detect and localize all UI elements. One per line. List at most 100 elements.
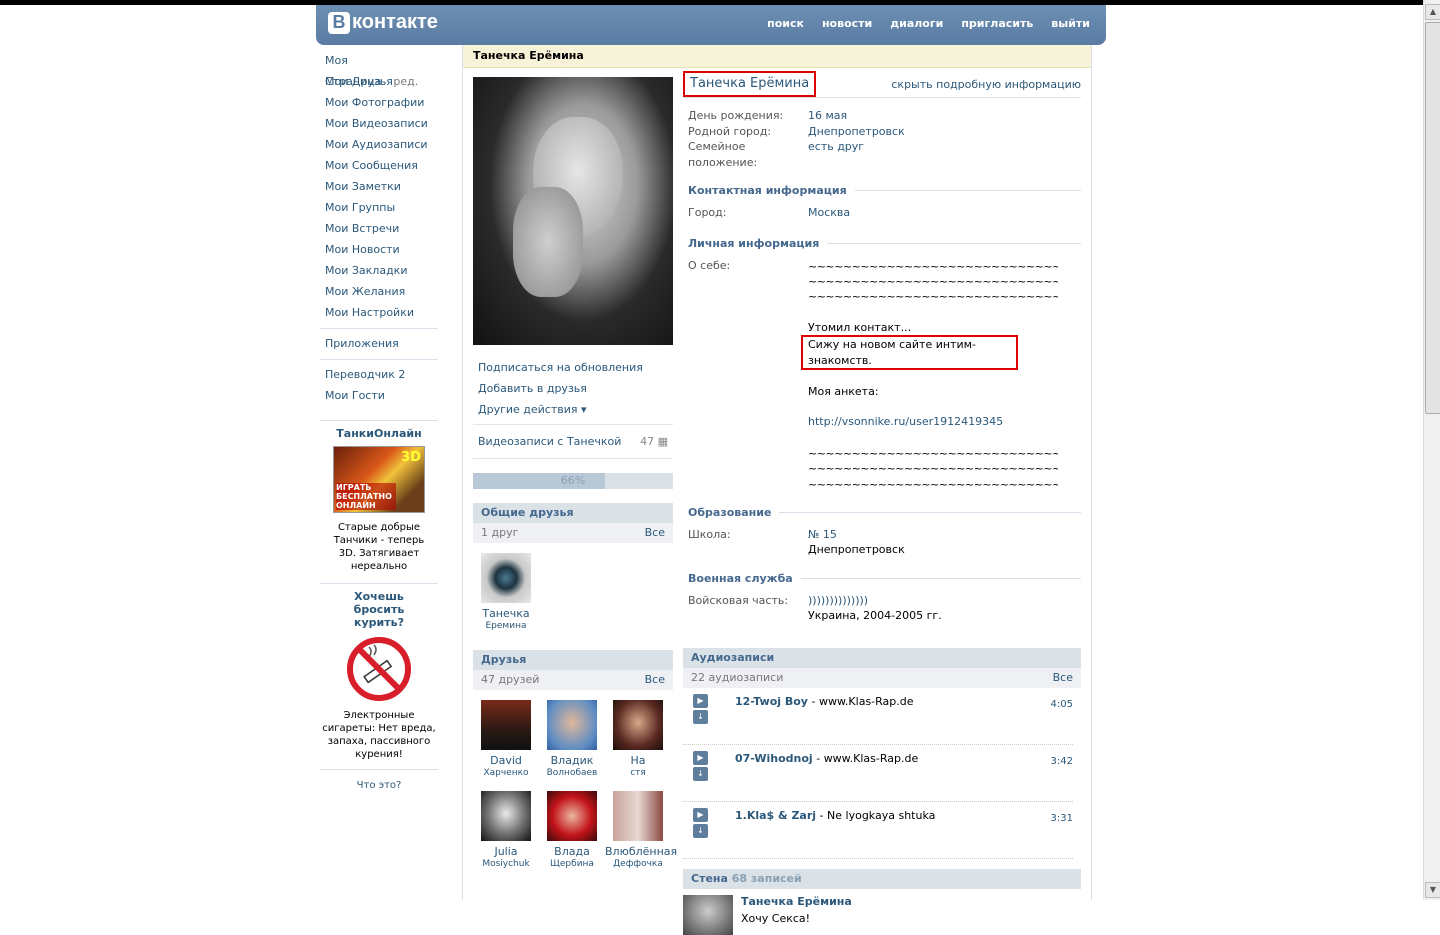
edit-link[interactable]: ред. [393,75,418,88]
sidebar-item-apps[interactable]: Приложения [320,333,438,354]
sidebar-item-friends[interactable]: Мои Друзья [320,71,438,92]
ad-title[interactable]: ТанкиОнлайн [320,427,438,440]
hometown-value[interactable]: Днепропетровск [808,124,905,140]
friend-first-name[interactable]: Julia [473,845,539,858]
sidebar-item-my-page[interactable]: Моя Страница ред. [320,50,438,88]
sidebar-item-messages[interactable]: Мои Сообщения [320,155,438,176]
friend-last-name[interactable]: Деффочка [605,858,671,870]
other-actions-dropdown[interactable]: Другие действия ▾ [473,399,673,420]
ad-title[interactable]: Хочешь бросить курить? [320,590,438,629]
sidebar-item-videos[interactable]: Мои Видеозаписи [320,113,438,134]
friend-card[interactable]: На стя [605,696,671,779]
profile-photo[interactable] [473,77,673,345]
avatar[interactable] [613,791,663,841]
friend-card[interactable]: Влюблённая Деффочка [605,787,677,870]
sidebar-item-news[interactable]: Мои Новости [320,239,438,260]
ad-what-link[interactable]: Что это? [320,780,438,791]
wall-header[interactable]: Стена 68 записей [683,868,1081,889]
videos-link[interactable]: Видеозаписи с Танечкой [478,435,621,448]
sidebar-item-events[interactable]: Мои Встречи [320,218,438,239]
friends-all-link[interactable]: Все [645,670,665,690]
friend-card[interactable]: David Харченко [473,696,539,779]
sidebar-item-guests[interactable]: Мои Гости [320,385,438,406]
sidebar-item-settings[interactable]: Мои Настройки [320,302,438,323]
friends-header[interactable]: Друзья [473,650,673,670]
scroll-up-arrow-icon[interactable]: ▲ [1425,4,1440,20]
friend-first-name[interactable]: Влада [539,845,605,858]
friend-first-name[interactable]: Танечка [473,607,539,620]
mutual-friends-header[interactable]: Общие друзья [473,503,673,523]
relationship-value[interactable]: есть друг [808,139,864,170]
military-unit-value[interactable]: )))))))))))))) [808,593,868,609]
friend-last-name[interactable]: Еремина [473,620,539,632]
city-value[interactable]: Москва [808,205,850,221]
audio-header[interactable]: Аудиозаписи [683,647,1081,668]
friend-first-name[interactable]: На [605,754,671,767]
friend-card[interactable]: Владик Волнобаев [539,696,605,779]
friend-last-name[interactable]: Харченко [473,767,539,779]
profile-external-link[interactable]: http://vsonnike.ru/user1912419345 [808,414,1058,429]
post-author[interactable]: Танечка Ерёмина [741,895,852,908]
avatar[interactable] [481,791,531,841]
play-icon[interactable]: ▶ [693,750,708,765]
nav-logout[interactable]: выйти [1051,17,1090,30]
wall-title[interactable]: Стена [691,872,728,885]
scrollbar-thumb[interactable] [1425,22,1440,414]
friend-last-name[interactable]: Mosiychuk [473,858,539,870]
avatar[interactable] [547,700,597,750]
track-title[interactable]: 12-Twoj Boy - www.Klas-Rap.de [735,695,914,708]
ad-tanki[interactable]: ТанкиОнлайн 3D ИГРАТЬ БЕСПЛАТНО ОНЛАЙН С… [320,420,438,573]
avatar[interactable] [613,700,663,750]
audio-all-link[interactable]: Все [1053,668,1073,688]
mutual-all-link[interactable]: Все [645,523,665,543]
friend-first-name[interactable]: Владик [539,754,605,767]
play-icon[interactable]: ▶ [693,807,708,822]
sidebar-item-wishes[interactable]: Мои Желания [320,281,438,302]
birthday-value[interactable]: 16 мая [808,108,847,124]
friend-card[interactable]: Julia Mosiychuk [473,787,539,870]
friend-first-name[interactable]: Влюблённая [605,845,677,858]
sidebar-item-groups[interactable]: Мои Группы [320,197,438,218]
download-icon[interactable]: ↓ [693,766,708,781]
track-title[interactable]: 1.Kla$ & Zarj - Ne lyogkaya shtuka [735,809,935,822]
friend-last-name[interactable]: Волнобаев [539,767,605,779]
friend-last-name[interactable]: Щербина [539,858,605,870]
avatar[interactable] [481,553,531,603]
subscribe-link[interactable]: Подписаться на обновления [473,357,673,378]
download-icon[interactable]: ↓ [693,709,708,724]
wall-count[interactable]: 68 записей [732,872,802,885]
vk-logo[interactable]: В контакте [328,11,438,34]
videos-with-user[interactable]: Видеозаписи с Танечкой 47 ▦ [473,429,673,454]
sidebar-item-translator[interactable]: Переводчик 2 [320,364,438,385]
avatar[interactable] [481,700,531,750]
nav-invite[interactable]: пригласить [961,17,1033,30]
nav-search[interactable]: поиск [767,17,804,30]
play-icon[interactable]: ▶ [693,693,708,708]
avatar[interactable] [547,791,597,841]
friend-last-name[interactable]: стя [605,767,671,779]
sidebar-item-audio[interactable]: Мои Аудиозаписи [320,134,438,155]
page-scrollbar[interactable]: ▲ ▼ [1423,0,1440,900]
sidebar-item-bookmarks[interactable]: Мои Закладки [320,260,438,281]
add-friend-link[interactable]: Добавить в друзья [473,378,673,399]
nav-news[interactable]: новости [822,17,872,30]
avatar[interactable] [683,894,733,935]
nav-dialogs[interactable]: диалоги [890,17,943,30]
sidebar-item-photos[interactable]: Мои Фотографии [320,92,438,113]
friend-card[interactable]: Влада Щербина [539,787,605,870]
track-artist[interactable]: 12-Twoj Boy [735,695,808,708]
track-artist[interactable]: 07-Wihodnoj [735,752,813,765]
no-smoking-icon[interactable] [347,637,411,701]
ad-image-tank[interactable]: 3D ИГРАТЬ БЕСПЛАТНО ОНЛАЙН [333,446,425,513]
other-actions-label[interactable]: Другие действия [478,403,578,416]
scroll-down-arrow-icon[interactable]: ▼ [1425,882,1440,898]
track-artist[interactable]: 1.Kla$ & Zarj [735,809,816,822]
friend-first-name[interactable]: David [473,754,539,767]
friend-card[interactable]: Танечка Еремина [473,549,539,632]
school-value[interactable]: № 15 [808,527,837,543]
hide-details-link[interactable]: скрыть подробную информацию [891,78,1081,91]
download-icon[interactable]: ↓ [693,823,708,838]
ad-smoke[interactable]: Хочешь бросить курить? Электронные сигар… [320,583,438,791]
track-title[interactable]: 07-Wihodnoj - www.Klas-Rap.de [735,752,918,765]
sidebar-item-notes[interactable]: Мои Заметки [320,176,438,197]
